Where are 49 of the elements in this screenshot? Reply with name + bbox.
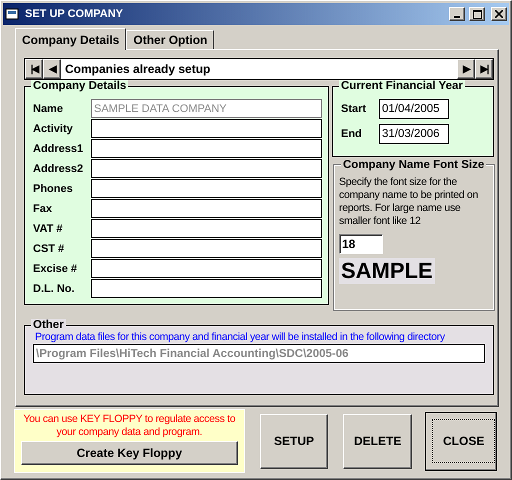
field-label: Phones: [32, 182, 74, 194]
next-record-button[interactable]: ▶: [457, 59, 475, 79]
field-label: Address1: [32, 142, 84, 154]
directory-field[interactable]: \Program Files\HiTech Financial Accounting\SDC\2005-06: [33, 344, 485, 363]
maximize-button[interactable]: [469, 7, 485, 21]
date-field[interactable]: 01/04/2005: [379, 99, 449, 119]
font-sample: SAMPLE: [339, 258, 435, 284]
text-field[interactable]: [91, 119, 322, 138]
text-field[interactable]: [91, 279, 322, 298]
create-key-floppy-button[interactable]: Create Key Floppy: [20, 441, 238, 465]
field-label: D.L. No.: [32, 282, 76, 294]
group-title: Company Name Font Size: [341, 159, 486, 172]
last-record-button[interactable]: ▶|: [475, 59, 493, 79]
field-label: Activity: [32, 122, 74, 134]
text-field[interactable]: [91, 139, 322, 158]
previous-record-button[interactable]: ◀: [43, 59, 61, 79]
field-label: Address2: [32, 162, 84, 174]
text-field[interactable]: [91, 259, 322, 278]
first-record-button[interactable]: |◀: [25, 59, 43, 79]
window-title: SET UP COMPANY: [25, 8, 124, 20]
navigator-caption: Companies already setup: [64, 61, 212, 78]
action-button[interactable]: CLOSE: [425, 412, 498, 470]
maximize-icon: [472, 10, 482, 18]
field-label: Name: [32, 102, 64, 114]
field-label: Start: [340, 103, 368, 115]
text-field[interactable]: [91, 219, 322, 238]
action-button[interactable]: DELETE: [343, 414, 412, 468]
font-size-description: Specify the font size for the company name to be printed on reports. For large name use smaller font like 12: [339, 176, 479, 228]
field-label: CST #: [32, 242, 66, 254]
close-button[interactable]: [491, 7, 507, 21]
tab[interactable]: Other Option: [126, 30, 214, 49]
field-label: End: [340, 128, 363, 140]
action-button[interactable]: SETUP: [260, 414, 328, 468]
directory-note: Program data files for this company and financial year will be installed in the following directory: [35, 331, 446, 343]
app-icon: [5, 7, 21, 21]
tab[interactable]: Company Details: [15, 28, 126, 50]
close-icon: [495, 10, 503, 18]
minimize-button[interactable]: [449, 7, 465, 21]
text-field[interactable]: [91, 199, 322, 218]
field-label: VAT #: [32, 222, 64, 234]
text-field[interactable]: [91, 179, 322, 198]
text-field[interactable]: [91, 159, 322, 178]
font-size-field[interactable]: 18: [339, 234, 383, 254]
key-floppy-note: You can use KEY FLOPPY to regulate access to your company data and program.: [22, 413, 236, 439]
field-label: Excise #: [32, 262, 78, 274]
date-field[interactable]: 31/03/2006: [379, 124, 449, 144]
text-field[interactable]: [91, 239, 322, 258]
field-label: Fax: [32, 202, 53, 214]
group-title: Company Details: [31, 80, 128, 93]
